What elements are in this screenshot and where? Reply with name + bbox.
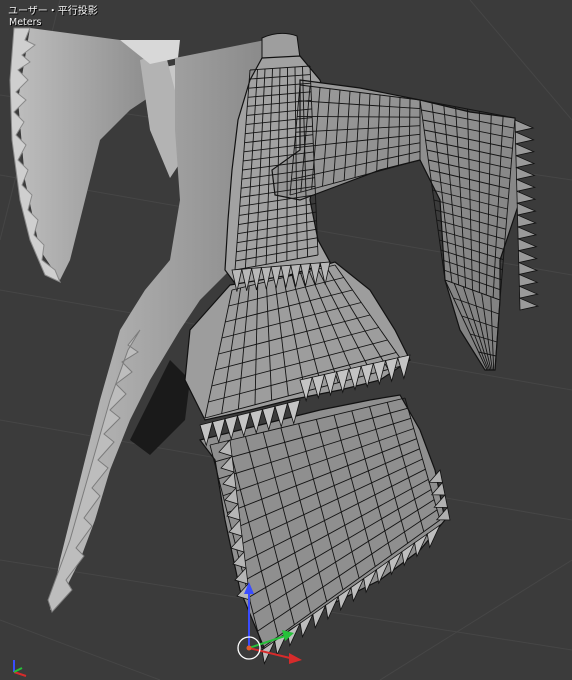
3d-viewport[interactable]: ユーザー・平行投影 Meters	[0, 0, 572, 680]
units-label: Meters	[9, 17, 42, 28]
origin-dot	[246, 645, 252, 651]
corner-axes-icon	[13, 660, 27, 677]
view-name-label: ユーザー・平行投影	[8, 6, 98, 17]
left-skirt-frill	[47, 329, 141, 613]
viewport-scene[interactable]	[0, 0, 572, 680]
x-arrow-icon[interactable]	[289, 653, 302, 664]
